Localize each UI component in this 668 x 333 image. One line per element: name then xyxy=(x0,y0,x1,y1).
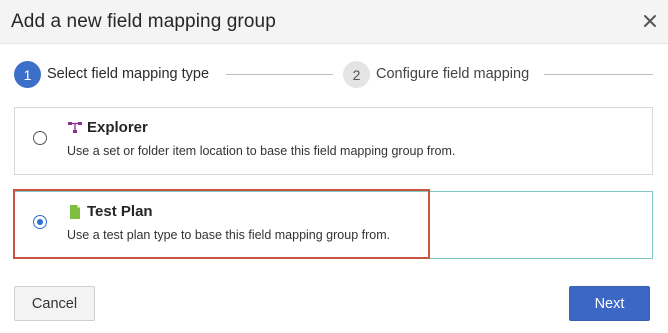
dialog-title: Add a new field mapping group xyxy=(11,11,276,32)
next-button[interactable]: Next xyxy=(569,286,650,321)
step-1-label: Select field mapping type xyxy=(47,66,210,82)
explorer-title: Explorer xyxy=(87,119,148,136)
test-plan-description: Use a test plan type to base this field … xyxy=(67,228,391,242)
step-1-indicator: 1 xyxy=(14,61,41,88)
cancel-button[interactable]: Cancel xyxy=(14,286,95,321)
step-2-label: Configure field mapping xyxy=(376,66,530,82)
step-2-indicator: 2 xyxy=(343,61,370,88)
step-divider xyxy=(226,74,333,75)
option-test-plan[interactable]: Test Plan Use a test plan type to base t… xyxy=(14,191,653,259)
test-plan-radio[interactable] xyxy=(33,215,47,229)
add-field-mapping-group-dialog: Add a new field mapping group 1 Select f… xyxy=(0,0,668,333)
explorer-tree-icon xyxy=(68,122,82,133)
test-plan-document-icon xyxy=(70,205,80,219)
option-explorer[interactable]: Explorer Use a set or folder item locati… xyxy=(14,107,653,175)
step-divider xyxy=(544,74,653,75)
explorer-description: Use a set or folder item location to bas… xyxy=(67,144,456,158)
close-icon xyxy=(644,15,656,27)
close-button[interactable] xyxy=(638,9,662,33)
explorer-radio[interactable] xyxy=(33,131,47,145)
stepper: 1 Select field mapping type 2 Configure … xyxy=(0,60,668,92)
test-plan-title: Test Plan xyxy=(87,203,153,220)
dialog-header: Add a new field mapping group xyxy=(0,0,668,44)
